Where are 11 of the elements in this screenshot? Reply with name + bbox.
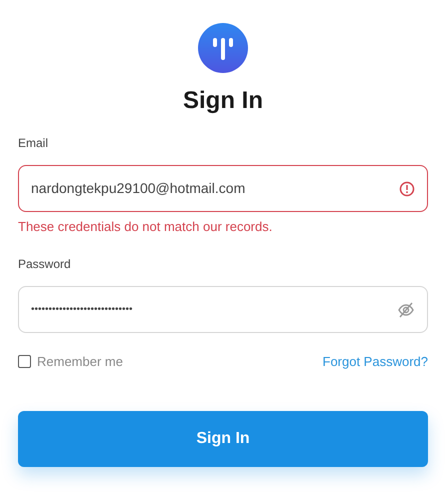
email-label: Email: [18, 135, 48, 151]
password-field[interactable]: •••••••••••••••••••••••••••••: [18, 286, 428, 333]
sign-in-title: Sign In: [182, 86, 264, 116]
email-field[interactable]: nardongtekpu29100@hotmail.com: [18, 165, 428, 212]
eye-slash-icon[interactable]: [397, 300, 415, 318]
password-label: Password: [18, 256, 71, 272]
remember-label: Remember me: [37, 353, 123, 371]
logo-icon: [198, 23, 248, 73]
remember-checkbox[interactable]: [18, 355, 31, 368]
error-icon: [399, 180, 415, 196]
error-message: These credentials do not match our records.: [18, 218, 272, 236]
